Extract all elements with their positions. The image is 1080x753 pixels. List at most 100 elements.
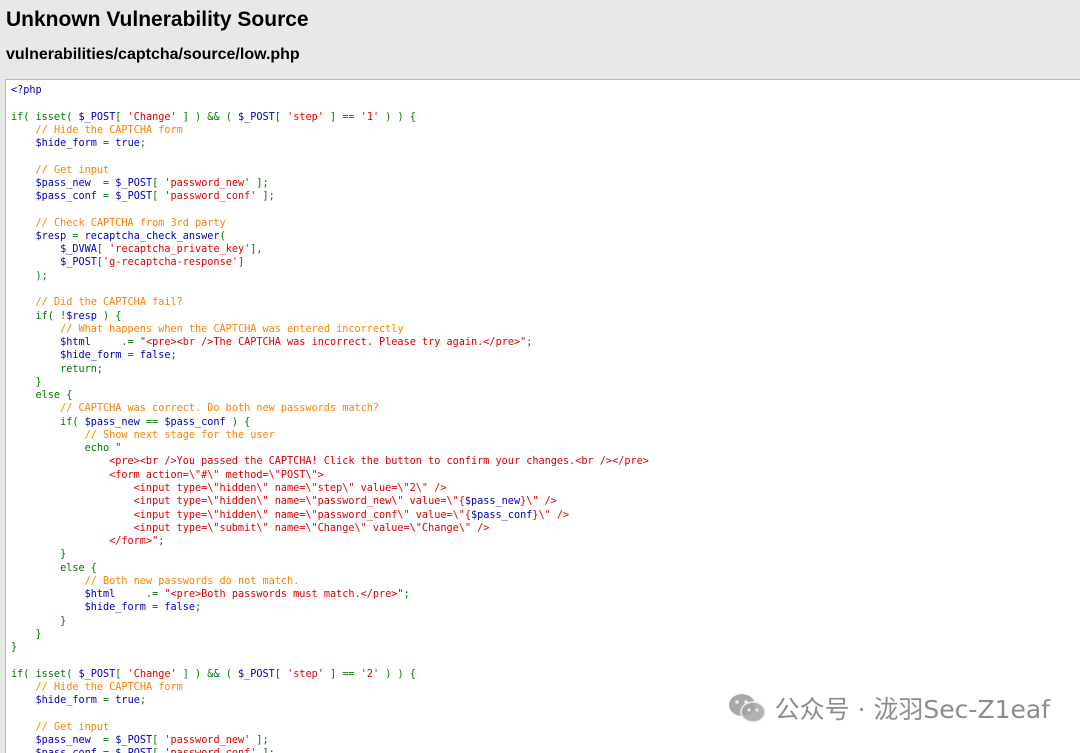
code-line: <input type=\"submit\" name=\"Change\" v… (11, 522, 649, 535)
code-token: } (11, 615, 67, 627)
code-line: // What happens when the CAPTCHA was ent… (11, 323, 649, 336)
code-token: "<pre><br />The CAPTCHA was incorrect. P… (139, 337, 527, 349)
code-line: $html .= "<pre>Both passwords must match… (11, 588, 649, 601)
code-line: // Check CAPTCHA from 3rd party (11, 217, 649, 230)
code-token: '1' (360, 111, 380, 123)
code-token: == (139, 416, 165, 428)
code-line: // CAPTCHA was correct. Do both new pass… (11, 402, 649, 415)
code-line: } (11, 641, 649, 654)
code-token: $_POST (78, 668, 116, 680)
code-token: // Did the CAPTCHA fail? (35, 297, 183, 309)
code-line: if( !$resp ) { (11, 310, 649, 323)
code-token: $_POST (78, 111, 116, 123)
code-line: if( $pass_new == $pass_conf ) { (11, 416, 649, 429)
code-token: // CAPTCHA was correct. Do both new pass… (60, 403, 380, 415)
code-token: = (96, 191, 116, 203)
code-token: // Hide the CAPTCHA form (35, 124, 183, 136)
code-token: 'Change' (127, 111, 177, 123)
code-token: // Get input (35, 721, 110, 733)
code-token: if( ! (11, 310, 67, 322)
code-line: } (11, 548, 649, 561)
code-token: 'step' (287, 111, 324, 123)
code-token: ] ) && ( (176, 668, 238, 680)
code-token: 'step' (287, 668, 324, 680)
code-token: ] ) && ( (176, 111, 238, 123)
code-token: ) ) { (379, 668, 416, 680)
code-line: <pre><br />You passed the CAPTCHA! Click… (11, 455, 649, 468)
code-token: }\" /> (520, 496, 557, 508)
code-line: <input type=\"hidden\" name=\"password_c… (11, 509, 649, 522)
code-line: return; (11, 363, 649, 376)
code-token: = (90, 735, 116, 747)
code-token: $_POST (237, 668, 275, 680)
code-token: $_POST (115, 748, 152, 753)
page-title: Unknown Vulnerability Source (6, 8, 309, 31)
code-token: true (115, 138, 140, 150)
code-line: $_DVWA[ 'recaptcha_private_key'], (11, 243, 649, 256)
code-token: = (90, 177, 116, 189)
code-token: $hide_form (84, 602, 146, 614)
code-token: <pre><br />You passed the CAPTCHA! Click… (11, 456, 649, 468)
code-token: ], (250, 244, 263, 256)
code-token: echo (11, 443, 116, 455)
code-token: ] == (323, 668, 361, 680)
code-line: $hide_form = true; (11, 694, 649, 707)
code-token: } (11, 628, 42, 640)
code-token: $pass_new (35, 735, 91, 747)
code-token: ; (139, 138, 146, 150)
watermark-text: 公众号 · 泷羽Sec-Z1eaf (774, 695, 1050, 724)
code-token: [ (115, 111, 128, 123)
code-token: false (139, 350, 171, 362)
code-token: $hide_form (35, 695, 97, 707)
php-source-code: <?php if( isset( $_POST[ 'Change' ] ) &&… (11, 84, 649, 753)
code-token: </form>" (11, 536, 159, 548)
code-token: $pass_conf (35, 191, 97, 203)
code-line: } (11, 628, 649, 641)
code-token: [ (274, 111, 288, 123)
code-token: recaptcha_check_answer (84, 230, 220, 242)
code-token: // What happens when the CAPTCHA was ent… (60, 323, 404, 335)
code-line: $pass_new = $_POST[ 'password_new' ]; (11, 177, 649, 190)
code-token: ; (158, 536, 165, 548)
code-token: $pass_new (84, 416, 140, 428)
code-token: if( isset( (11, 111, 79, 123)
code-line: $pass_conf = $_POST[ 'password_conf' ]; (11, 190, 649, 203)
code-token: = (97, 748, 115, 753)
code-token: }\" /> (532, 509, 570, 521)
code-line: $pass_new = $_POST[ 'password_new' ]; (11, 734, 649, 747)
source-code-panel[interactable]: <?php if( isset( $_POST[ 'Change' ] ) &&… (5, 79, 1080, 753)
code-token: <?php (11, 85, 42, 96)
code-token: $html (84, 589, 116, 601)
code-token: $_POST (115, 191, 153, 203)
code-line: } (11, 615, 649, 628)
code-token: // Show next stage for the user (84, 429, 275, 441)
code-line: $html .= "<pre><br />The CAPTCHA was inc… (11, 336, 649, 349)
code-line: // Show next stage for the user (11, 429, 649, 442)
code-token: 'password_conf' (164, 191, 257, 203)
code-line: // Did the CAPTCHA fail? (11, 296, 649, 309)
code-token: <input type=\"hidden\" name=\"password_c… (11, 509, 472, 521)
code-token: ] (237, 257, 245, 269)
code-token: $hide_form (35, 138, 97, 150)
code-token: " (115, 443, 122, 455)
code-line: // Both new passwords do not match. (11, 575, 649, 588)
